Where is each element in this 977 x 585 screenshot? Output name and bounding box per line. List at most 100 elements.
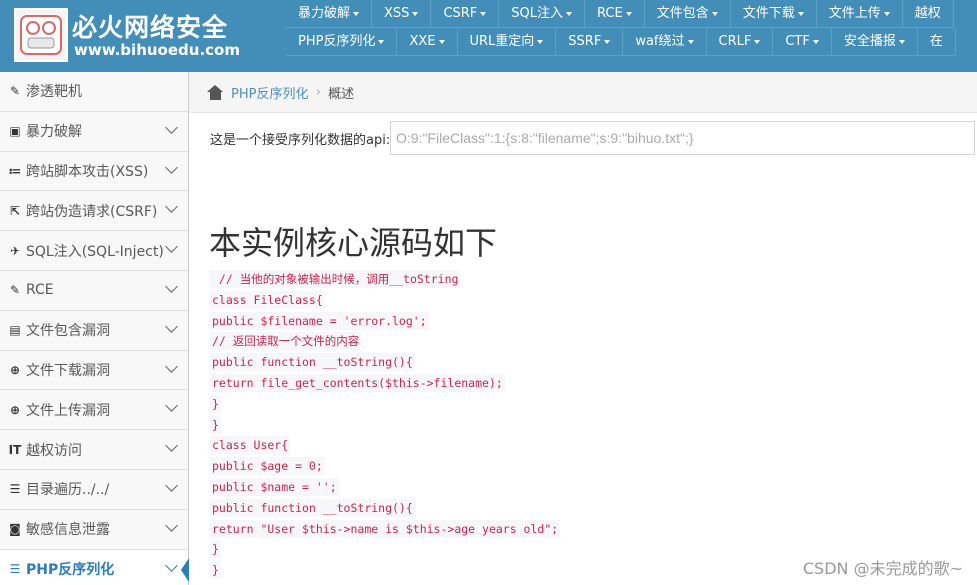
- site-logo[interactable]: 必火网络安全 www.bihuoedu.com: [6, 7, 286, 63]
- code-line: return file_get_contents($this->filename…: [210, 372, 560, 393]
- code-line: }: [210, 559, 560, 580]
- tag-icon: ✎: [9, 84, 21, 99]
- nav-item-security-news[interactable]: 安全播报: [831, 28, 918, 56]
- sidebar-item-label: 暴力破解: [26, 124, 82, 141]
- sidebar-item-label: 跨站脚本攻击(XSS): [26, 163, 149, 180]
- code-line: class User{: [210, 434, 560, 455]
- nav-item-brute-force[interactable]: 暴力破解: [286, 0, 373, 28]
- nav-item-sqli[interactable]: SQL注入: [499, 0, 586, 28]
- nav-item-file-download[interactable]: 文件下载: [730, 0, 817, 28]
- caret-down-icon: [754, 39, 761, 44]
- lock-icon: ▣: [9, 124, 21, 139]
- sidebar-item-file-upload[interactable]: ⊕ 文件上传漏洞: [0, 390, 188, 431]
- nav-item-label: CRLF: [718, 34, 752, 49]
- sidebar-item-label: 目录遍历../../: [26, 482, 110, 499]
- home-icon[interactable]: [207, 84, 224, 100]
- code-text: class FileClass{: [210, 290, 325, 309]
- caret-down-icon: [412, 11, 419, 16]
- nav-item-xxe[interactable]: XXE: [397, 28, 458, 56]
- caret-down-icon: [604, 39, 611, 44]
- nav-item-crlf[interactable]: CRLF: [706, 28, 774, 56]
- nav-item-file-include[interactable]: 文件包含: [644, 0, 731, 28]
- download-icon: ⊕: [9, 362, 21, 377]
- breadcrumb: PHP反序列化 › 概述: [189, 72, 977, 113]
- sidebar-item-pentest-target[interactable]: ✎ 渗透靶机: [0, 72, 188, 112]
- caret-down-icon: [480, 11, 487, 16]
- nav-item-label: XXE: [409, 34, 436, 49]
- logo-title: 必火网络安全: [72, 13, 229, 42]
- sidebar-item-info-leak[interactable]: ◙ 敏感信息泄露: [0, 509, 188, 550]
- caret-down-icon: [566, 11, 573, 16]
- logo-emblem-icon: [20, 15, 62, 55]
- sidebar-item-xss[interactable]: ≔ 跨站脚本攻击(XSS): [0, 151, 188, 192]
- text-icon: IT: [8, 442, 22, 457]
- nav-item-label: 安全播报: [843, 34, 896, 49]
- code-text: return file_get_contents($this->filename…: [210, 373, 505, 392]
- breadcrumb-link[interactable]: PHP反序列化: [231, 83, 308, 102]
- sidebar-item-csrf[interactable]: ⇱ 跨站伪造请求(CSRF): [0, 191, 188, 232]
- top-nav-row-1: 暴力破解 XSS CSRF SQL注入 RCE 文件包含 文件下载 文件上传 越权: [286, 0, 954, 28]
- sidebar-item-php-unserialize[interactable]: ☰ PHP反序列化: [0, 549, 189, 585]
- nav-item-label: CSRF: [443, 6, 478, 21]
- nav-item-waf-bypass[interactable]: waf绕过: [623, 28, 707, 56]
- nav-item-file-upload[interactable]: 文件上传: [816, 0, 903, 28]
- sidebar-item-label: PHP反序列化: [26, 561, 115, 578]
- code-text: public function __toString(){: [210, 498, 415, 517]
- api-label: 这是一个接受序列化数据的api:: [210, 133, 391, 148]
- nav-item-label: PHP反序列化: [298, 34, 376, 49]
- nav-item-ctf[interactable]: CTF: [773, 28, 832, 56]
- chevron-down-icon: [165, 160, 178, 174]
- nav-item-label: 在: [929, 34, 943, 49]
- code-text: // 当他的对象被输出时候，调用__toString: [210, 270, 461, 288]
- camera-icon: ◙: [9, 522, 21, 537]
- code-text: }: [210, 540, 221, 559]
- sidebar-item-file-include[interactable]: ▤ 文件包含漏洞: [0, 310, 188, 351]
- nav-item-php-unserialize[interactable]: PHP反序列化: [286, 28, 398, 56]
- caret-down-icon: [797, 11, 804, 16]
- nav-item-url-redirect[interactable]: URL重定向: [457, 28, 557, 56]
- caret-down-icon: [883, 11, 890, 16]
- nav-item-label: 越权: [914, 6, 941, 21]
- nav-item-privilege[interactable]: 越权: [902, 0, 954, 28]
- sidebar-item-label: RCE: [26, 282, 54, 299]
- chevron-down-icon: [165, 240, 178, 254]
- nav-item-label: 暴力破解: [298, 6, 351, 21]
- caret-down-icon: [812, 39, 819, 44]
- sidebar-item-privilege[interactable]: IT 越权访问: [0, 430, 188, 470]
- nav-item-more[interactable]: 在: [917, 28, 956, 56]
- chevron-down-icon: [165, 319, 178, 333]
- page-heading: 本实例核心源码如下: [209, 224, 498, 262]
- nav-item-label: 文件包含: [656, 6, 709, 21]
- nav-item-ssrf[interactable]: SSRF: [556, 28, 624, 56]
- code-line: class FileClass{: [210, 289, 560, 310]
- nav-item-rce[interactable]: RCE: [585, 0, 645, 28]
- code-text: public function __toString(){: [210, 353, 415, 372]
- code-block: // 当他的对象被输出时候，调用__toString class FileCla…: [210, 268, 561, 580]
- nav-item-csrf[interactable]: CSRF: [431, 0, 500, 28]
- code-text: }: [210, 415, 221, 434]
- nav-item-xss[interactable]: XSS: [372, 0, 432, 28]
- caret-down-icon: [378, 39, 385, 44]
- chevron-down-icon: [165, 479, 178, 492]
- chevron-down-icon: [165, 399, 178, 413]
- sidebar-item-brute-force[interactable]: ▣ 暴力破解: [0, 111, 188, 152]
- sidebar-item-label: 文件上传漏洞: [26, 402, 110, 419]
- sidebar-item-dir-traversal[interactable]: ☰ 目录遍历../../: [0, 469, 188, 510]
- caret-down-icon: [687, 39, 694, 44]
- active-indicator-icon: [181, 557, 189, 582]
- top-nav: 暴力破解 XSS CSRF SQL注入 RCE 文件包含 文件下载 文件上传 越权 PHP反序列…: [286, 0, 977, 72]
- pencil-icon: ✎: [9, 283, 21, 298]
- logo-badge: [14, 8, 68, 62]
- logo-url: www.bihuoedu.com: [74, 41, 240, 59]
- code-line: return "User $this->name is $this->age y…: [210, 518, 561, 539]
- caret-down-icon: [711, 11, 718, 16]
- nav-item-label: URL重定向: [469, 34, 535, 49]
- sidebar-item-label: 渗透靶机: [26, 84, 82, 101]
- code-text: public $age = 0;: [210, 457, 325, 476]
- sidebar-item-label: 越权访问: [26, 442, 82, 459]
- chevron-down-icon: [165, 280, 178, 293]
- sidebar-item-rce[interactable]: ✎ RCE: [0, 270, 188, 311]
- sidebar-item-file-download[interactable]: ⊕ 文件下载漏洞: [0, 350, 188, 391]
- sidebar-item-sqli[interactable]: ✈ SQL注入(SQL-Inject): [0, 231, 188, 271]
- api-input[interactable]: [390, 121, 975, 155]
